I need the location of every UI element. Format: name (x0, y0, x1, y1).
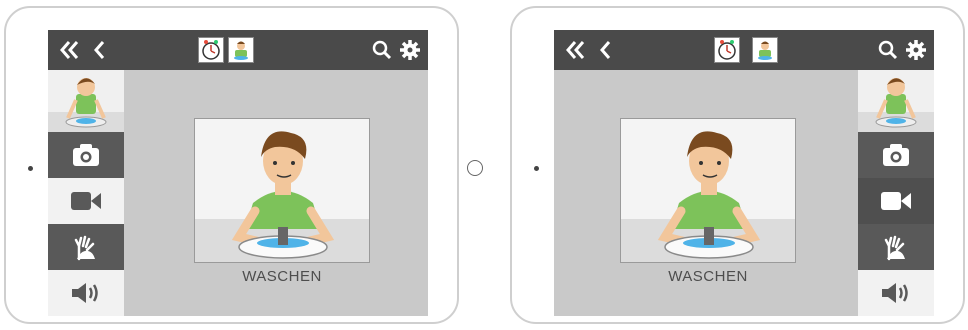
screen: WASCHEN (48, 30, 428, 316)
clock-picture-icon (202, 40, 220, 60)
gear-icon[interactable] (398, 38, 422, 62)
tablet-right: WASCHEN (510, 6, 965, 324)
sign-language-button[interactable] (858, 224, 934, 270)
double-chevron-left-icon[interactable] (564, 38, 588, 62)
screen: WASCHEN (554, 30, 934, 316)
speaker-icon (882, 283, 908, 303)
home-button[interactable] (467, 160, 483, 176)
clock-picture-icon (718, 40, 736, 60)
audio-button[interactable] (858, 270, 934, 316)
activity-thumbnail[interactable] (228, 37, 254, 63)
activity-label: WASCHEN (242, 268, 322, 285)
activity-label: WASCHEN (668, 268, 748, 285)
sign-hands-icon (884, 235, 905, 261)
front-camera (28, 166, 33, 171)
camera-icon (883, 144, 909, 166)
gear-icon[interactable] (904, 38, 928, 62)
boy-washing-small-image (858, 78, 934, 132)
boy-washing-small-image (48, 78, 124, 132)
activity-thumbnail[interactable] (752, 37, 778, 63)
media-sidebar (858, 70, 934, 316)
camera-button[interactable] (48, 132, 124, 178)
front-camera (534, 166, 539, 171)
activity-card[interactable] (194, 118, 370, 263)
boy-washing-thumb-icon (234, 41, 248, 60)
video-button[interactable] (48, 178, 124, 224)
camera-button[interactable] (858, 132, 934, 178)
boy-washing-hands-image (195, 119, 369, 262)
chevron-left-icon[interactable] (88, 38, 112, 62)
tablet-left: WASCHEN (4, 6, 483, 324)
top-toolbar (48, 30, 428, 70)
activity-card[interactable] (620, 118, 796, 263)
schedule-thumbnail[interactable] (198, 37, 224, 63)
audio-button[interactable] (48, 270, 124, 316)
speaker-icon (72, 283, 98, 303)
video-button[interactable] (858, 178, 934, 224)
boy-washing-thumb-icon (758, 41, 772, 60)
video-icon (881, 192, 911, 210)
double-chevron-left-icon[interactable] (58, 38, 82, 62)
sign-language-button[interactable] (48, 224, 124, 270)
video-icon (71, 192, 101, 210)
schedule-thumbnail[interactable] (714, 37, 740, 63)
sign-hands-icon (74, 235, 95, 261)
search-icon[interactable] (370, 38, 394, 62)
media-sidebar (48, 70, 124, 316)
search-icon[interactable] (876, 38, 900, 62)
boy-washing-hands-image (621, 119, 795, 262)
chevron-left-icon[interactable] (594, 38, 618, 62)
top-toolbar (554, 30, 934, 70)
sidebar-photo[interactable] (858, 70, 934, 132)
sidebar-photo[interactable] (48, 70, 124, 132)
camera-icon (73, 144, 99, 166)
